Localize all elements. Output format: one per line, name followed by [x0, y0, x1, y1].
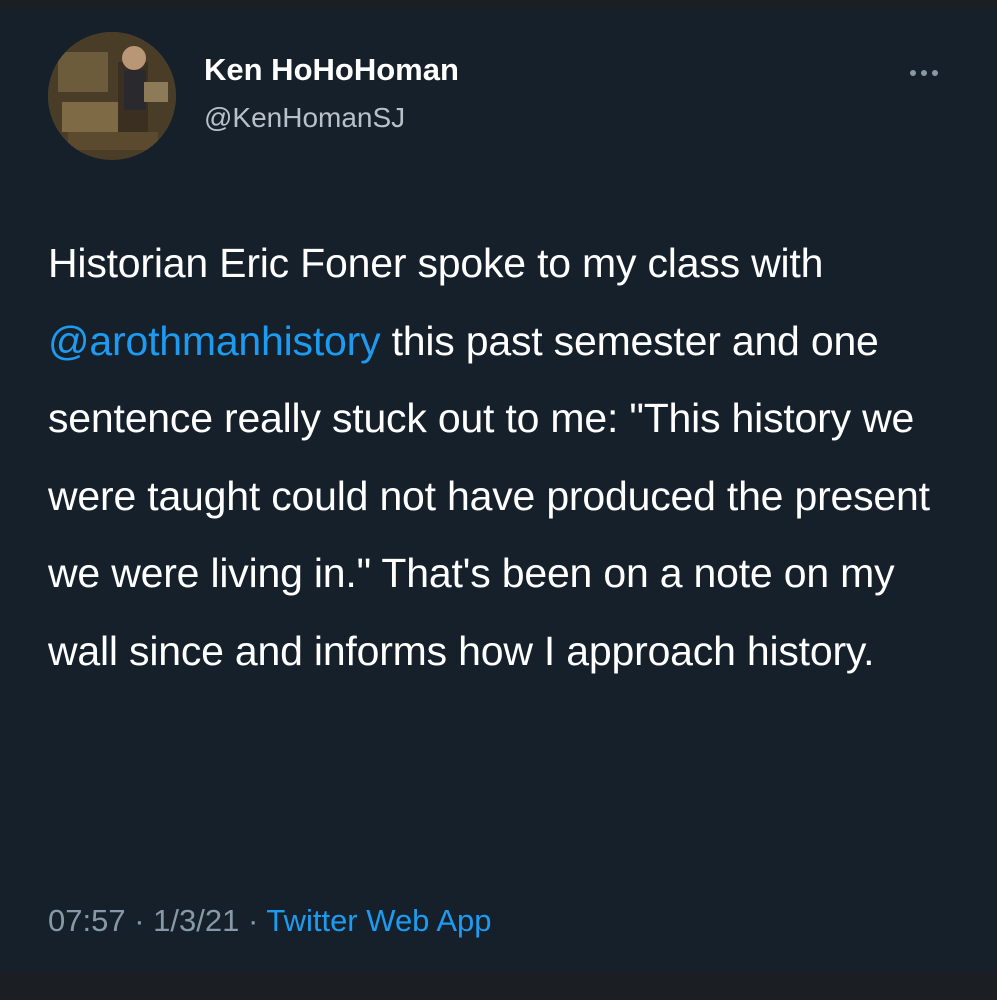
tweet-time[interactable]: 07:57	[48, 903, 126, 938]
more-options-button[interactable]	[896, 58, 952, 88]
more-horizontal-icon	[910, 70, 916, 76]
avatar[interactable]	[48, 32, 176, 160]
meta-separator: ·	[125, 903, 154, 938]
bottom-edge	[0, 972, 997, 1000]
tweet-source-link[interactable]: Twitter Web App	[266, 903, 491, 938]
tweet-text: Historian Eric Foner spoke to my class w…	[48, 225, 958, 690]
display-name[interactable]: Ken HoHoHoman	[204, 52, 459, 88]
top-edge	[0, 0, 997, 10]
tweet-date[interactable]: 1/3/21	[153, 903, 239, 938]
meta-separator-2: ·	[239, 903, 267, 938]
tweet-meta: 07:57 · 1/3/21 · Twitter Web App	[48, 903, 492, 939]
tweet-card: Ken HoHoHoman @KenHomanSJ Historian Eric…	[0, 10, 997, 972]
tweet-text-part1: Historian Eric Foner spoke to my class w…	[48, 240, 824, 286]
tweet-text-part2: this past semester and one sentence real…	[48, 317, 930, 674]
mention-link[interactable]: @arothmanhistory	[48, 318, 381, 364]
user-handle[interactable]: @KenHomanSJ	[204, 102, 405, 134]
